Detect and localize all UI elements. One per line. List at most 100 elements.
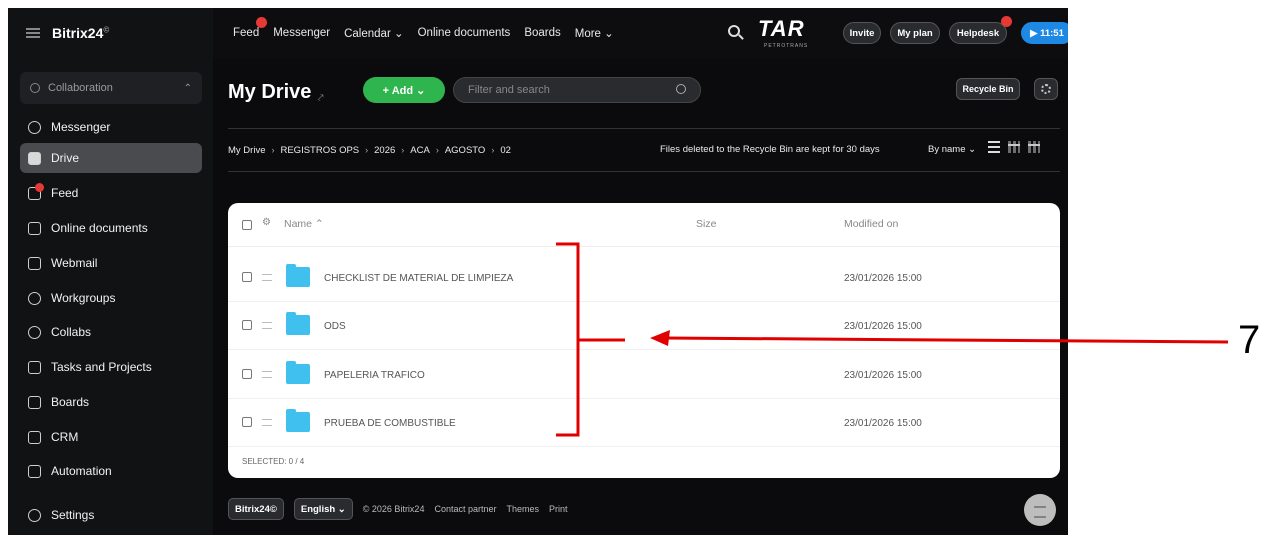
- themes-link[interactable]: Themes: [507, 504, 540, 514]
- notification-badge: [256, 17, 268, 28]
- print-link[interactable]: Print: [549, 504, 568, 514]
- file-modified: 23/01/2026 15:00: [844, 321, 922, 332]
- breadcrumb: My Drive › REGISTROS OPS › 2026 › ACA › AGOS…: [228, 145, 511, 156]
- breadcrumb-bar: My Drive › REGISTROS OPS › 2026 › ACA › AGOS…: [228, 128, 1060, 172]
- chat-icon: [28, 120, 41, 134]
- row-checkbox[interactable]: [242, 417, 252, 427]
- recycle-bin-button[interactable]: Recycle Bin: [956, 78, 1020, 100]
- breadcrumb-item[interactable]: AGOSTO: [445, 145, 485, 156]
- link-icon[interactable]: ⤤: [318, 93, 324, 104]
- column-name[interactable]: Name ⌃: [284, 218, 324, 230]
- tile-view-icon[interactable]: [1028, 141, 1040, 153]
- contact-partner-link[interactable]: Contact partner: [434, 504, 496, 514]
- table-row[interactable]: PAPELERIA TRAFICO 23/01/2026 15:00: [228, 351, 1060, 399]
- nav-boards[interactable]: Boards: [524, 27, 560, 39]
- nav-feed[interactable]: Feed: [233, 17, 268, 39]
- breadcrumb-item[interactable]: 02: [500, 145, 511, 156]
- brand-logo[interactable]: Bitrix24©: [52, 25, 109, 41]
- breadcrumb-item[interactable]: 2026: [374, 145, 395, 156]
- logo-row: Bitrix24©: [8, 8, 213, 58]
- breadcrumb-item[interactable]: My Drive: [228, 145, 265, 156]
- sidebar-item-webmail[interactable]: Webmail: [20, 248, 202, 278]
- crm-icon: [28, 430, 41, 444]
- language-selector[interactable]: English ⌄: [293, 498, 353, 520]
- collaboration-label: Collaboration: [48, 82, 113, 94]
- nav-more[interactable]: More ⌄: [575, 26, 614, 40]
- drag-handle-icon[interactable]: [262, 419, 272, 426]
- sidebar-item-label: Online documents: [51, 221, 148, 235]
- chevron-right-icon: ›: [271, 145, 275, 155]
- chevron-right-icon: ›: [401, 145, 405, 155]
- document-icon: [28, 221, 41, 235]
- tasks-icon: [28, 360, 41, 374]
- boards-icon: [28, 395, 41, 409]
- sidebar-item-workgroups[interactable]: Workgroups: [20, 283, 202, 313]
- select-all-checkbox[interactable]: [242, 220, 252, 230]
- sidebar-item-tasks[interactable]: Tasks and Projects: [20, 352, 202, 382]
- collaboration-group[interactable]: Collaboration ⌃: [20, 72, 202, 104]
- footer-brand[interactable]: Bitrix24©: [228, 498, 284, 520]
- search-icon[interactable]: [728, 25, 740, 37]
- drag-handle-icon[interactable]: [262, 274, 272, 281]
- automation-icon: [28, 464, 41, 478]
- sidebar-item-boards[interactable]: Boards: [20, 387, 202, 417]
- sidebar-item-feed[interactable]: Feed: [20, 178, 202, 208]
- table-row[interactable]: ODS 23/01/2026 15:00: [228, 302, 1060, 350]
- folder-icon: [286, 264, 310, 287]
- drag-handle-icon[interactable]: [262, 371, 272, 378]
- notification-badge: [35, 182, 44, 192]
- nav-online-documents[interactable]: Online documents: [418, 27, 511, 39]
- sidebar-item-automation[interactable]: Automation: [20, 456, 202, 486]
- work-time-button[interactable]: ▶ 11:51: [1021, 22, 1068, 44]
- chat-widget-button[interactable]: [1024, 494, 1056, 526]
- file-name[interactable]: CHECKLIST DE MATERIAL DE LIMPIEZA: [324, 273, 513, 284]
- row-checkbox[interactable]: [242, 320, 252, 330]
- collaboration-icon: [30, 83, 40, 93]
- folder-icon: [286, 361, 310, 384]
- file-name[interactable]: PAPELERIA TRAFICO: [324, 370, 425, 381]
- row-checkbox[interactable]: [242, 369, 252, 379]
- add-button[interactable]: + Add ⌄: [363, 77, 445, 103]
- row-checkbox[interactable]: [242, 272, 252, 282]
- search-placeholder: Filter and search: [468, 84, 550, 96]
- sidebar-item-label: Settings: [51, 508, 95, 522]
- drag-handle-icon[interactable]: [262, 322, 272, 329]
- sidebar-item-collabs[interactable]: Collabs: [20, 317, 202, 347]
- sidebar-item-online-documents[interactable]: Online documents: [20, 213, 202, 243]
- file-table: ⚙ Name ⌃ Size Modified on CHECKLIST DE M…: [228, 203, 1060, 478]
- file-name[interactable]: PRUEBA DE COMBUSTIBLE: [324, 418, 456, 429]
- view-switcher: [988, 141, 1040, 153]
- nav-calendar[interactable]: Calendar ⌄: [344, 26, 404, 40]
- invite-button[interactable]: Invite: [843, 22, 881, 44]
- helpdesk-button[interactable]: Helpdesk: [949, 22, 1007, 44]
- file-modified: 23/01/2026 15:00: [844, 370, 922, 381]
- sidebar-item-crm[interactable]: CRM: [20, 422, 202, 452]
- file-modified: 23/01/2026 15:00: [844, 273, 922, 284]
- column-modified[interactable]: Modified on: [844, 218, 898, 230]
- recycle-note: Files deleted to the Recycle Bin are kep…: [660, 144, 880, 155]
- file-name[interactable]: ODS: [324, 321, 346, 332]
- sort-dropdown[interactable]: By name ⌄: [928, 144, 976, 155]
- sidebar-item-drive[interactable]: Drive: [20, 143, 202, 173]
- nav-messenger[interactable]: Messenger: [273, 27, 330, 39]
- list-view-icon[interactable]: [988, 141, 1000, 153]
- table-row[interactable]: CHECKLIST DE MATERIAL DE LIMPIEZA 23/01/…: [228, 254, 1060, 302]
- sidebar-item-label: Boards: [51, 395, 90, 409]
- settings-button[interactable]: [1034, 78, 1058, 100]
- annotation-label: 7: [1238, 318, 1261, 362]
- sidebar-item-label: CRM: [51, 430, 79, 444]
- sidebar-item-label: Automation: [51, 464, 112, 478]
- gear-icon[interactable]: ⚙: [262, 217, 271, 228]
- collabs-icon: [28, 325, 41, 339]
- column-size[interactable]: Size: [696, 218, 716, 230]
- search-icon[interactable]: [676, 84, 686, 94]
- table-row[interactable]: PRUEBA DE COMBUSTIBLE 23/01/2026 15:00: [228, 399, 1060, 447]
- grid-view-icon[interactable]: [1008, 141, 1020, 153]
- my-plan-button[interactable]: My plan: [890, 22, 940, 44]
- breadcrumb-item[interactable]: ACA: [410, 145, 430, 156]
- hamburger-icon[interactable]: [26, 28, 40, 38]
- sidebar-item-messenger[interactable]: Messenger: [20, 112, 202, 142]
- sidebar-item-settings[interactable]: Settings: [20, 500, 202, 530]
- search-input[interactable]: Filter and search: [453, 77, 701, 103]
- breadcrumb-item[interactable]: REGISTROS OPS: [280, 145, 359, 156]
